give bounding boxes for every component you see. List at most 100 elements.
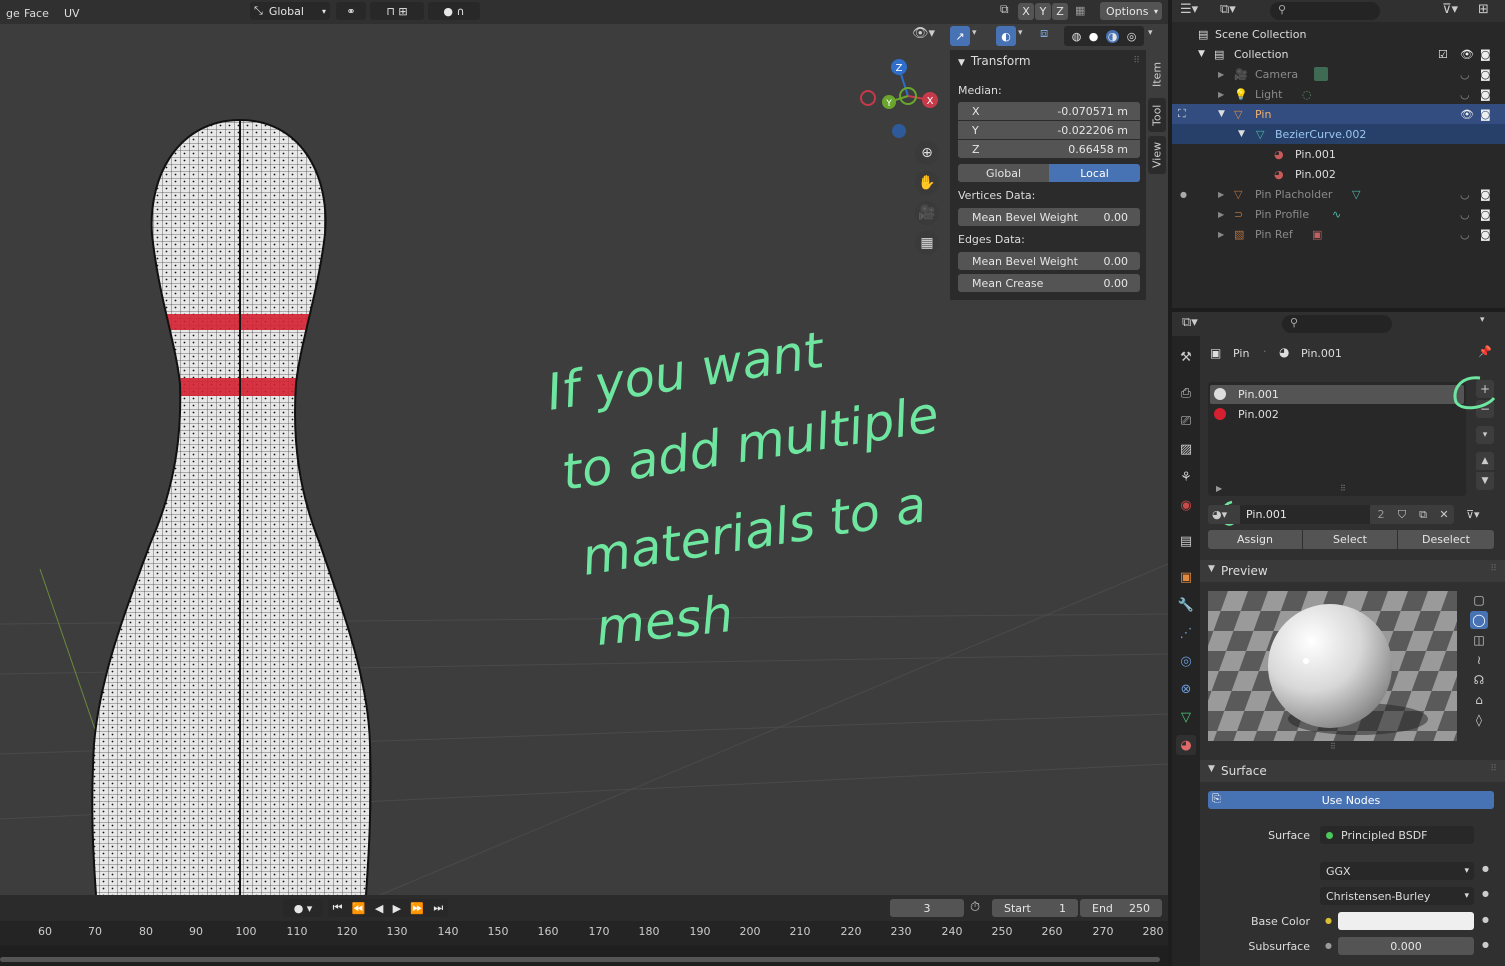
jump-end-icon[interactable]: ⏭ (433, 901, 443, 915)
constraints-tab-icon[interactable]: ⊗ (1176, 679, 1196, 699)
drag-handle-icon[interactable]: ⠿ (1490, 764, 1497, 774)
prev-keyframe-icon[interactable]: ⏪ (352, 902, 366, 915)
expand-arrow-icon[interactable]: ▼ (1218, 109, 1225, 119)
collection-tab-icon[interactable]: ▤ (1176, 531, 1196, 551)
material-slot[interactable]: Pin.002 (1210, 405, 1464, 424)
rendered-shading-icon[interactable]: ◎ (1127, 30, 1137, 43)
options-dropdown[interactable]: Options ▾ (1100, 2, 1162, 20)
transform-orientation-dropdown[interactable]: ⤡ Global ▾ (250, 2, 330, 20)
menu-uv[interactable]: UV (58, 4, 86, 22)
select-button[interactable]: Select (1303, 530, 1397, 549)
drag-handle-icon[interactable]: ⠿ (1490, 564, 1497, 574)
expand-arrow-icon[interactable]: ▼ (1238, 129, 1245, 139)
expand-arrow-icon[interactable]: ▶ (1218, 210, 1224, 219)
object-tab-icon[interactable]: ▣ (1176, 567, 1196, 587)
frame-ruler[interactable]: 60 70 80 90 100 110 120 130 140 150 160 … (0, 921, 1168, 945)
filter-icon[interactable]: ⊽▾ (1442, 2, 1458, 17)
tab-item[interactable]: Item (1148, 54, 1166, 94)
editor-type-icon[interactable]: ☰▾ (1180, 2, 1198, 17)
preview-cloth-icon[interactable]: ⌂ (1470, 691, 1488, 709)
camera-render-icon[interactable]: ◙ (1480, 228, 1491, 241)
render-tab-icon[interactable]: ⎙ (1176, 383, 1196, 403)
xray-icon[interactable]: ⧈ (1040, 26, 1060, 46)
modifier-tab-icon[interactable]: 🔧 (1176, 595, 1196, 615)
data-tab-icon[interactable]: ▽ (1176, 707, 1196, 727)
move-up-button[interactable]: ▲ (1476, 452, 1494, 470)
outliner-row-material-2[interactable]: ◕ Pin.002 (1172, 164, 1505, 184)
expand-arrow-icon[interactable]: ▶ (1218, 230, 1224, 239)
new-collection-icon[interactable]: ⊞ (1478, 2, 1489, 17)
pan-button[interactable]: ✋ (915, 171, 939, 195)
display-mode-icon[interactable]: ⧉▾ (1220, 2, 1236, 17)
timeline-track-area[interactable] (0, 945, 1168, 966)
keyframe-dot-icon[interactable]: ● (1482, 940, 1489, 949)
assign-button[interactable]: Assign (1208, 530, 1302, 549)
outliner-row-bezier[interactable]: ▼ ▽ BezierCurve.002 (1172, 124, 1505, 144)
editor-type-icon[interactable]: ⧉▾ (1182, 315, 1198, 330)
eye-closed-icon[interactable]: ◡ (1460, 88, 1470, 101)
outliner-row-material-1[interactable]: ◕ Pin.001 (1172, 144, 1505, 164)
chevron-down-icon[interactable]: ▾ (1480, 315, 1485, 325)
tab-view[interactable]: View (1148, 136, 1166, 174)
material-tab-icon[interactable]: ◕ (1176, 735, 1196, 755)
vertex-bevel-weight-field[interactable]: Mean Bevel Weight 0.00 (958, 208, 1140, 226)
outliner-row-pin[interactable]: ⛶ ▼ ▽ Pin 👁 ◙ (1172, 104, 1505, 124)
menu-face[interactable]: Face (18, 4, 55, 22)
outliner-row-scene-collection[interactable]: ▤ Scene Collection (1172, 24, 1505, 44)
expand-arrow-icon[interactable]: ▶ (1216, 484, 1222, 493)
mean-crease-field[interactable]: Mean Crease 0.00 (958, 274, 1140, 292)
eye-closed-icon[interactable]: ◡ (1460, 188, 1470, 201)
transform-panel-header[interactable]: ▼ Transform (958, 54, 1031, 68)
properties-search-input[interactable]: ⚲ (1282, 315, 1392, 333)
tab-tool[interactable]: Tool (1148, 98, 1166, 132)
surface-shader-field[interactable]: Principled BSDF (1320, 826, 1474, 844)
particles-tab-icon[interactable]: ⋰ (1176, 623, 1196, 643)
zoom-button[interactable]: ⊕ (915, 141, 939, 165)
preview-sphere-icon[interactable]: ◯ (1470, 611, 1488, 629)
distribution-dropdown[interactable]: GGX ▾ (1320, 862, 1474, 880)
navigation-gizmo[interactable]: Z X Y (855, 56, 945, 141)
preview-monkey-icon[interactable]: ☊ (1470, 671, 1488, 689)
preview-fluid-icon[interactable]: ◊ (1470, 711, 1488, 729)
checkbox-icon[interactable]: ☑ (1438, 48, 1448, 61)
preview-flat-icon[interactable]: ▢ (1470, 591, 1488, 609)
local-toggle[interactable]: Local (1049, 164, 1140, 182)
overlay-toggle[interactable]: ◐ (996, 26, 1016, 46)
camera-render-icon[interactable]: ◙ (1480, 188, 1491, 201)
solid-shading-icon[interactable]: ● (1089, 30, 1099, 43)
outliner-row-profile[interactable]: ▶ ⊃ Pin Profile ∿ ◡ ◙ (1172, 204, 1505, 224)
deselect-button[interactable]: Deselect (1398, 530, 1494, 549)
outliner-row-light[interactable]: ▶ 💡 Light ◌ ◡ ◙ (1172, 84, 1505, 104)
link-type-dropdown[interactable]: ⊽▾ (1466, 505, 1496, 524)
chevron-down-icon[interactable]: ▾ (1018, 28, 1023, 38)
chevron-down-icon[interactable]: ▾ (972, 28, 977, 38)
next-keyframe-icon[interactable]: ⏩ (410, 902, 424, 915)
pin-icon[interactable]: 📌 (1478, 345, 1492, 358)
horizontal-scrollbar[interactable] (0, 957, 1160, 962)
duplicate-icon[interactable]: ⧉ (1412, 505, 1434, 524)
user-count[interactable]: 2 (1370, 505, 1392, 524)
start-frame-field[interactable]: Start 1 (992, 899, 1078, 917)
fake-user-icon[interactable]: ⛉ (1392, 505, 1412, 524)
outliner-row-camera[interactable]: ▶ 🎥 Camera ◡ ◙ (1172, 64, 1505, 84)
keying-button[interactable]: ● ▾ (283, 899, 323, 917)
global-toggle[interactable]: Global (958, 164, 1049, 182)
mesh-symmetry-icon[interactable]: ▦ (1075, 4, 1091, 20)
axis-x-toggle[interactable]: X (1018, 3, 1034, 20)
slot-specials-button[interactable]: ▾ (1476, 426, 1494, 444)
eye-closed-icon[interactable]: ◡ (1460, 208, 1470, 221)
scene-tab-icon[interactable]: ⚘ (1176, 467, 1196, 487)
keyframe-dot-icon[interactable]: ● (1482, 864, 1489, 873)
shading-mode-group[interactable]: ◍ ● ◑ ◎ (1064, 26, 1144, 46)
axis-y-toggle[interactable]: Y (1035, 3, 1051, 20)
outliner-row-collection[interactable]: ▼ ▤ Collection ☑ 👁 ◙ (1172, 44, 1505, 64)
visibility-toggle[interactable]: 👁▾ (912, 26, 944, 46)
physics-tab-icon[interactable]: ◎ (1176, 651, 1196, 671)
keyframe-dot-icon[interactable]: ● (1482, 915, 1489, 924)
camera-render-icon[interactable]: ◙ (1480, 108, 1491, 121)
resize-handle-icon[interactable]: ⠿ (1330, 742, 1336, 751)
camera-render-icon[interactable]: ◙ (1480, 208, 1491, 221)
eye-icon[interactable]: 👁 (1460, 108, 1474, 121)
proportional-edit-button[interactable]: ● ∩ (428, 2, 480, 20)
camera-render-icon[interactable]: ◙ (1480, 68, 1491, 81)
